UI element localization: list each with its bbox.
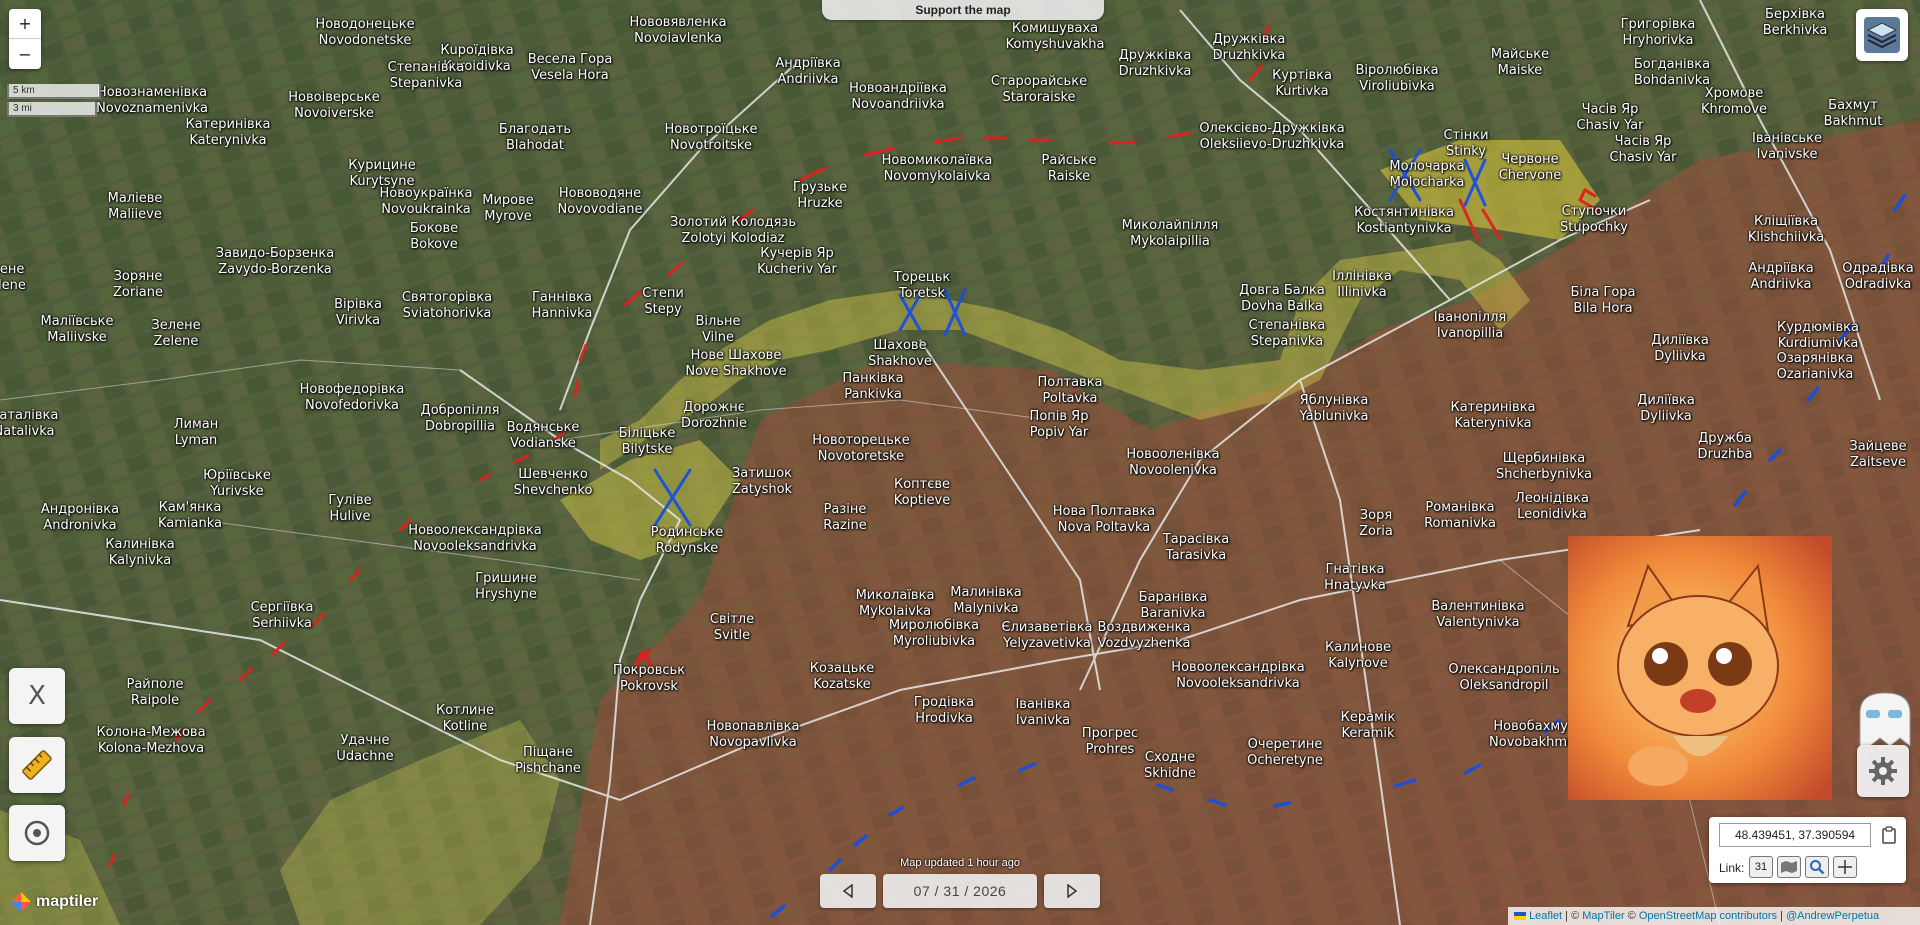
attribution-bar: Leaflet | © MapTiler © OpenStreetMap con…	[1508, 907, 1920, 925]
osm-link[interactable]: OpenStreetMap contributors	[1639, 910, 1777, 922]
ghost-mascot-icon	[1852, 688, 1918, 748]
world-map-link-icon[interactable]	[1777, 856, 1801, 878]
crosshair-link-icon[interactable]	[1833, 856, 1857, 878]
calendar-link-icon[interactable]: 31	[1749, 856, 1773, 878]
leaflet-link[interactable]: Leaflet	[1529, 910, 1562, 922]
coordinates-input[interactable]	[1719, 823, 1871, 847]
next-date-button[interactable]	[1044, 874, 1100, 908]
layers-button[interactable]	[1856, 9, 1908, 61]
ruler-button[interactable]	[9, 737, 65, 793]
target-icon	[24, 820, 50, 846]
map-updated-status: Map updated 1 hour ago	[900, 857, 1020, 869]
current-date: 07 / 31 / 2026	[913, 883, 1007, 899]
gear-icon	[1869, 757, 1897, 785]
maptiler-logo-icon	[11, 892, 31, 912]
maptiler-wordmark: maptiler	[36, 893, 99, 910]
triangle-left-icon	[842, 884, 853, 898]
mascot-cat-illustration	[1568, 536, 1832, 800]
clipboard-icon[interactable]	[1879, 825, 1899, 845]
date-picker[interactable]: 07 / 31 / 2026	[883, 874, 1037, 908]
calendar-day: 31	[1754, 861, 1768, 873]
zoom-in-button[interactable]: +	[9, 9, 41, 39]
layers-icon	[1864, 17, 1900, 53]
previous-date-button[interactable]	[820, 874, 876, 908]
attribution-sep-3: |	[1777, 910, 1787, 922]
maptiler-logo[interactable]: maptiler	[10, 889, 98, 915]
attribution-sep-2: ©	[1624, 910, 1639, 922]
link-label: Link:	[1719, 861, 1745, 875]
triangle-right-icon	[1067, 884, 1078, 898]
x-logo-icon: X	[28, 681, 46, 711]
zoom-control: + −	[9, 9, 41, 69]
zoom-out-button[interactable]: −	[9, 39, 41, 69]
scale-metric: 5 km	[7, 84, 101, 99]
maptiler-link[interactable]: MapTiler	[1582, 910, 1624, 922]
support-banner[interactable]: Support the map	[822, 0, 1104, 20]
settings-button[interactable]	[1857, 745, 1909, 797]
ruler-icon	[22, 750, 52, 780]
scale-imperial: 3 mi	[7, 102, 97, 117]
zoom-link-icon[interactable]	[1805, 856, 1829, 878]
ukraine-flag-icon	[1514, 912, 1526, 921]
locate-button[interactable]	[9, 805, 65, 861]
attribution-sep-1: | ©	[1562, 910, 1583, 922]
x-social-button[interactable]: X	[9, 668, 65, 724]
coordinates-panel: Link: 31	[1709, 817, 1906, 883]
author-link[interactable]: @AndrewPerpetua	[1786, 910, 1879, 922]
